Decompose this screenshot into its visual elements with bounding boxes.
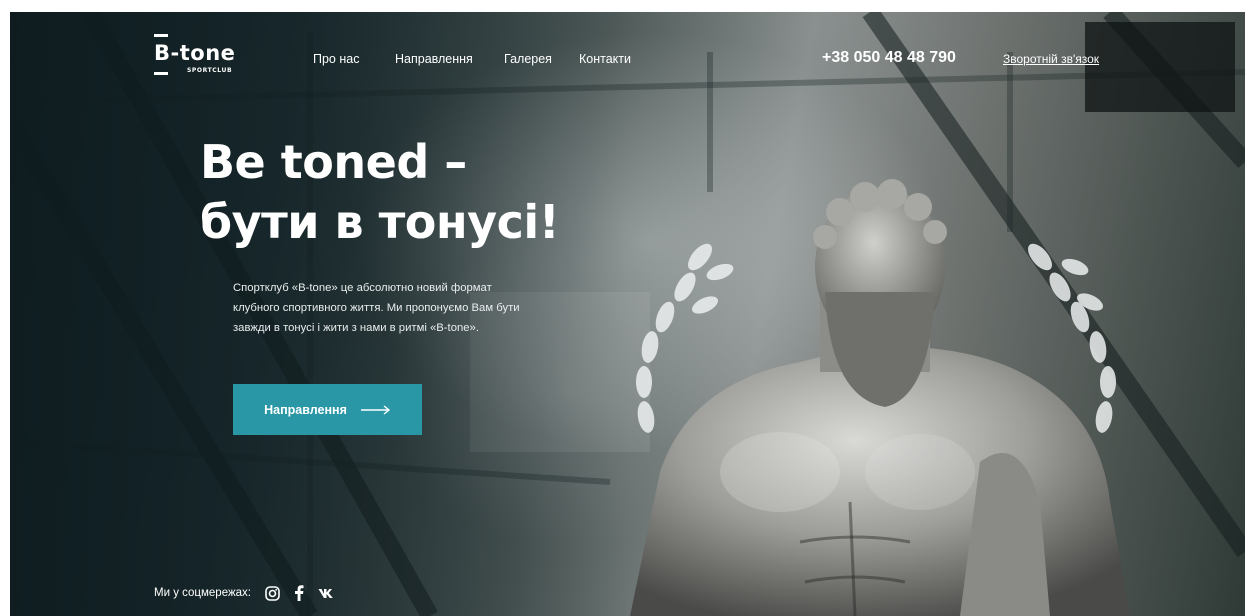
social-label: Ми у соцмережах: xyxy=(154,587,252,599)
logo-bar xyxy=(154,34,168,37)
directions-button[interactable]: Направлення xyxy=(233,384,422,435)
callback-link[interactable]: Зворотній зв'язок xyxy=(1003,52,1099,66)
nav-item-contacts[interactable]: Контакти xyxy=(579,52,631,66)
logo-tagline: SPORTCLUB xyxy=(187,67,233,74)
headline-line-2: бути в тонусі! xyxy=(200,195,560,249)
facebook-icon[interactable] xyxy=(294,584,304,602)
arrow-right-icon xyxy=(360,404,390,415)
hero-description: Спортклуб «B-tone» це абсолютно новий фо… xyxy=(233,282,520,334)
directions-button-label: Направлення xyxy=(264,402,347,417)
logo-text: B-tone xyxy=(154,41,236,65)
hero-section: B-tone SPORTCLUB Про нас Направлення Гал… xyxy=(10,12,1245,616)
nav-item-about[interactable]: Про нас xyxy=(313,52,359,66)
headline-line-1: Be toned – xyxy=(200,135,467,189)
logo-bar xyxy=(154,72,168,75)
nav-item-directions[interactable]: Направлення xyxy=(395,52,473,66)
phone-number[interactable]: +38 050 48 48 790 xyxy=(822,49,956,67)
nav-item-gallery[interactable]: Галерея xyxy=(504,52,552,66)
hercules-statue-image xyxy=(630,179,1130,616)
instagram-icon[interactable] xyxy=(265,584,280,602)
hero-headline: Be toned – бути в тонусі! xyxy=(200,132,620,252)
site-logo[interactable]: B-tone SPORTCLUB xyxy=(154,30,254,80)
social-links: Ми у соцмережах: xyxy=(154,584,336,602)
vk-icon[interactable] xyxy=(318,584,336,602)
